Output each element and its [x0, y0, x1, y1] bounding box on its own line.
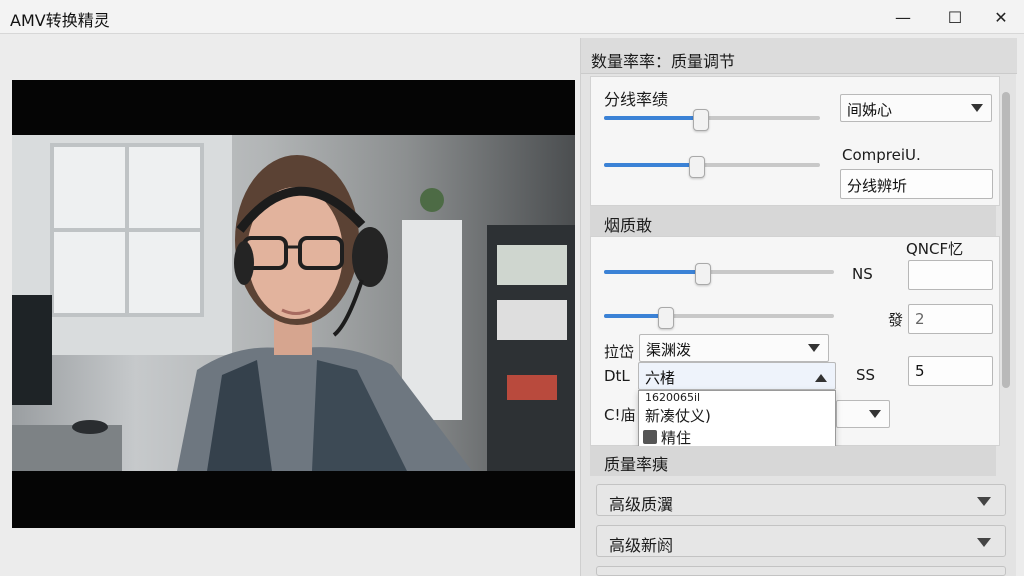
- preset-combo[interactable]: 间姊心: [840, 94, 992, 122]
- slider-thumb[interactable]: [693, 109, 710, 131]
- quality-slider[interactable]: [604, 263, 834, 285]
- slider-fill: [604, 163, 697, 167]
- video-preview[interactable]: [12, 80, 575, 528]
- dl-dropdown-list: 1620065il 新凑仗义)​ 精住: [638, 390, 836, 450]
- compress-label: CompreiU.: [842, 146, 921, 164]
- resolution-slider[interactable]: [604, 109, 820, 131]
- accordion-advanced-quality[interactable]: 高级质瀷: [596, 484, 1006, 516]
- close-button[interactable]: ✕: [978, 0, 1024, 34]
- ns-field[interactable]: [908, 260, 993, 290]
- slider-thumb[interactable]: [658, 307, 675, 329]
- pull-combo-value: 渠渊泼: [646, 341, 692, 359]
- pull-combo[interactable]: 渠渊泼: [639, 334, 829, 362]
- slider-fill: [604, 270, 703, 274]
- detail-slider[interactable]: [604, 307, 834, 329]
- chevron-up-icon: [815, 374, 827, 382]
- section2-title: 烟质敢: [604, 216, 653, 235]
- ns-label: NS: [852, 265, 873, 283]
- field2-value: 2: [915, 310, 925, 328]
- chevron-down-icon: [977, 497, 991, 506]
- preset-combo-value: 间姊心: [847, 101, 893, 119]
- field2-label: 發: [888, 311, 904, 329]
- close-icon: ✕: [994, 7, 1008, 27]
- compress-field-value: 分线辨圻: [847, 177, 908, 195]
- resolution-label: 分线率绩: [604, 90, 669, 109]
- field2[interactable]: 2: [908, 304, 993, 334]
- accordion-advanced-new[interactable]: 高级新阏: [596, 525, 1006, 557]
- dl-label: DtL: [604, 367, 630, 385]
- item-icon: [643, 430, 657, 444]
- scrollbar-thumb[interactable]: [1002, 92, 1010, 388]
- section3-title: 质量率痍: [604, 455, 669, 474]
- slider-fill: [604, 116, 702, 120]
- ss-field-value: 5: [915, 362, 925, 380]
- ss-field[interactable]: 5: [908, 356, 993, 386]
- slider-thumb[interactable]: [688, 156, 705, 178]
- dl-combo-value: 六楮: [645, 369, 676, 387]
- bitrate-slider[interactable]: [604, 156, 820, 178]
- chevron-down-icon: [869, 410, 881, 418]
- ch-combo[interactable]: [836, 400, 890, 428]
- list-item-label: 精住: [661, 429, 692, 447]
- panel-header: 数量率率：质量调节: [581, 38, 1017, 74]
- accordion-label: 高级质瀷: [609, 495, 674, 514]
- accordion-label: 高级新阏: [609, 536, 674, 555]
- list-item[interactable]: 新凑仗义)​: [639, 405, 835, 427]
- maximize-icon: ☐: [947, 7, 963, 27]
- panel-scrollbar[interactable]: [1000, 92, 1012, 388]
- slider-fill: [604, 314, 667, 318]
- qn-label: QNCF忆: [906, 240, 964, 258]
- chevron-down-icon: [971, 104, 983, 112]
- ch-label: C!庙: [604, 406, 636, 424]
- dl-combo[interactable]: 六楮: [638, 362, 836, 390]
- title-bar: AMV转换精灵 — ☐ ✕: [0, 0, 1024, 34]
- maximize-button[interactable]: ☐: [932, 0, 978, 34]
- video-frame-image: [12, 135, 575, 471]
- chevron-down-icon: [808, 344, 820, 352]
- minimize-button[interactable]: —: [880, 0, 926, 34]
- window-title: AMV转换精灵: [10, 11, 110, 30]
- chevron-down-icon: [977, 538, 991, 547]
- video-content-illustration: [12, 135, 575, 471]
- accordion-level[interactable]: 平级: [596, 566, 1006, 576]
- minimize-icon: —: [895, 7, 911, 27]
- slider-thumb[interactable]: [694, 263, 711, 285]
- compress-field[interactable]: 分线辨圻: [840, 169, 993, 199]
- pull-label: 拉岱: [604, 343, 635, 361]
- ss-label: SS: [856, 366, 876, 384]
